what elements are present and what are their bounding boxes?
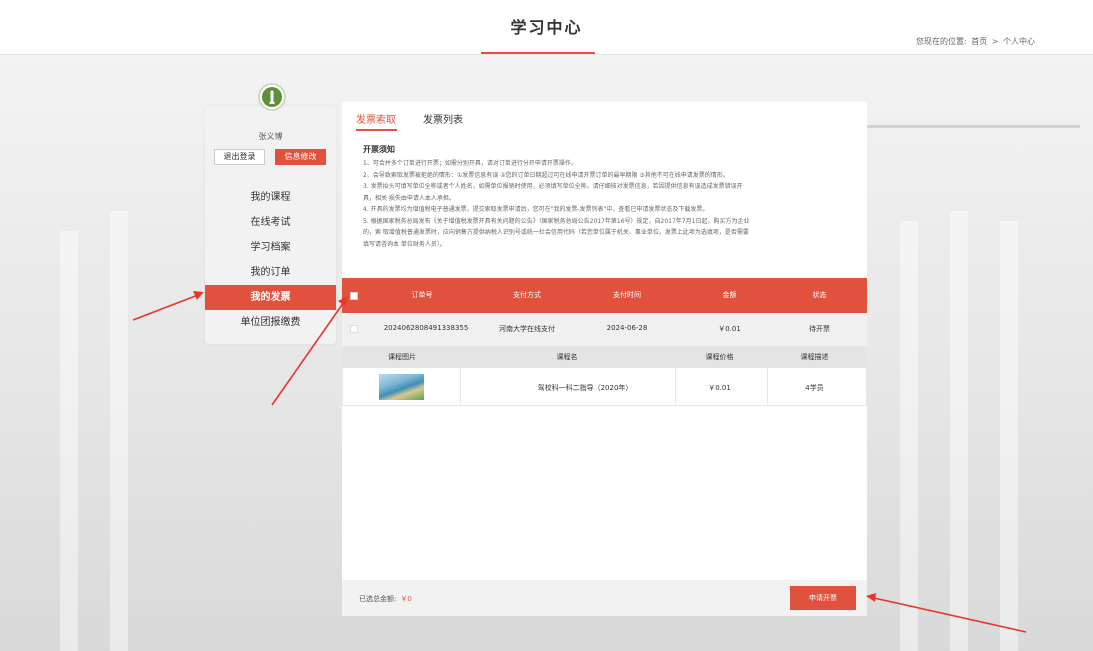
total-label: 已选总金额: xyxy=(359,595,397,603)
page-title: 学习中心 xyxy=(510,18,583,37)
course-thumbnail-image xyxy=(379,374,424,400)
pay-method: 河南大学在线支付 xyxy=(499,325,555,333)
total-amount: ￥0 xyxy=(400,595,412,603)
col-course-name: 课程名 xyxy=(556,353,578,361)
col-pay-method: 支付方式 xyxy=(513,291,541,299)
notice-line: 1、可合并多个订单进行开票；如需分别开具，请对订单进行分开申请开票操作。 xyxy=(363,160,577,167)
cell-divider xyxy=(675,368,676,406)
course-table-header: 课程图片 课程名 课程价格 课程描述 xyxy=(342,346,867,368)
notice-line: 的，索 取增值税普通发票时，应向销售方提供纳税人识别号或统一社会信用代码（若您单… xyxy=(363,229,749,236)
sidebar-item-my-invoices[interactable]: 我的发票 xyxy=(205,285,336,310)
selected-total: 已选总金额: ￥0 xyxy=(359,594,412,604)
tab-invoice-list[interactable]: 发票列表 xyxy=(423,111,463,126)
order-number: 2024062808491338355 xyxy=(383,324,469,332)
active-tab-indicator xyxy=(356,129,397,131)
col-order-no: 订单号 xyxy=(411,291,433,299)
notice-line: 3. 发票抬头可填写单位全称或者个人姓名，如需单位报销时使用，必须填写单位全称。… xyxy=(363,183,743,190)
notice-line: 2、会导致索取发票被拒绝的情形：①发票信息有误 ②您的订单日期超过可在线申请开票… xyxy=(363,171,729,179)
edit-info-button[interactable]: 信息修改 xyxy=(275,149,326,165)
select-all-checkbox[interactable] xyxy=(350,292,358,300)
lighthouse-logo-icon xyxy=(262,87,282,107)
page-header: 学习中心 您现在的位置: 首页 > 个人中心 xyxy=(0,0,1093,55)
col-course-desc: 课程描述 xyxy=(800,353,829,361)
invoice-notice: 开票须知 1、可合并多个订单进行开票；如需分别开具，请对订单进行分开申请开票操作… xyxy=(363,144,863,250)
cell-divider xyxy=(866,368,867,406)
course-name: 驾校科一科二指导（2020年） xyxy=(537,384,633,392)
sidebar-item-group-payment[interactable]: 单位团报缴费 xyxy=(205,310,336,335)
invoice-footer: 已选总金额: ￥0 申请开票 xyxy=(342,580,867,616)
col-course-price: 课程价格 xyxy=(705,353,734,361)
notice-title: 开票须知 xyxy=(363,145,395,154)
col-status: 状态 xyxy=(812,291,827,299)
sidebar-menu: 我的课程 在线考试 学习档案 我的订单 我的发票 单位团报缴费 xyxy=(205,185,336,335)
pay-time: 2024-06-28 xyxy=(606,324,648,332)
logout-button[interactable]: 退出登录 xyxy=(214,149,265,165)
breadcrumb-home-link[interactable]: 首页 xyxy=(971,37,987,46)
apply-invoice-button[interactable]: 申请开票 xyxy=(790,586,856,610)
user-name: 张义博 xyxy=(258,132,283,141)
notice-line: 具，相关 损失由申请人本人承担。 xyxy=(363,194,455,202)
breadcrumb-prefix: 您现在的位置: xyxy=(915,37,967,46)
cell-divider xyxy=(767,368,768,406)
sidebar-item-online-exam[interactable]: 在线考试 xyxy=(205,210,336,235)
notice-line: 填写请咨询本 单位财务人员）。 xyxy=(363,240,446,248)
sidebar-item-my-courses[interactable]: 我的课程 xyxy=(205,185,336,210)
notice-line: 5. 根据国家税务总局发布《关于增值税发票开具有关问题的公告》（国家税务总局公告… xyxy=(363,217,750,225)
breadcrumb: 您现在的位置: 首页 > 个人中心 xyxy=(914,36,1035,47)
title-underline xyxy=(481,52,595,54)
order-table-header: 订单号 支付方式 支付时间 金额 状态 xyxy=(342,278,867,313)
col-pay-time: 支付时间 xyxy=(613,291,641,299)
avatar xyxy=(258,83,286,111)
tab-invoice-request[interactable]: 发票索取 xyxy=(356,111,396,126)
cell-divider xyxy=(342,368,343,406)
row-checkbox[interactable] xyxy=(350,325,358,333)
course-price: ￥0.01 xyxy=(708,384,731,392)
notice-line: 4. 开具的发票均为增值税电子普通发票，提交索取发票申请后，您可在"我的发票-发… xyxy=(363,206,709,213)
sidebar-item-study-records[interactable]: 学习档案 xyxy=(205,235,336,260)
table-row[interactable]: 2024062808491338355 河南大学在线支付 2024-06-28 … xyxy=(342,313,867,346)
course-row: 驾校科一科二指导（2020年） ￥0.01 4学员 xyxy=(342,368,867,406)
course-desc: 4学员 xyxy=(805,384,824,392)
sidebar-item-my-orders[interactable]: 我的订单 xyxy=(205,260,336,285)
order-amount: ￥0.01 xyxy=(718,325,741,333)
col-amount: 金额 xyxy=(722,291,737,299)
order-status: 待开票 xyxy=(809,325,830,333)
breadcrumb-separator: > xyxy=(991,37,999,46)
col-course-image: 课程图片 xyxy=(388,353,416,361)
invoice-panel: 发票索取 发票列表 开票须知 1、可合并多个订单进行开票；如需分别开具，请对订单… xyxy=(342,102,867,616)
breadcrumb-current: 个人中心 xyxy=(1003,37,1035,46)
